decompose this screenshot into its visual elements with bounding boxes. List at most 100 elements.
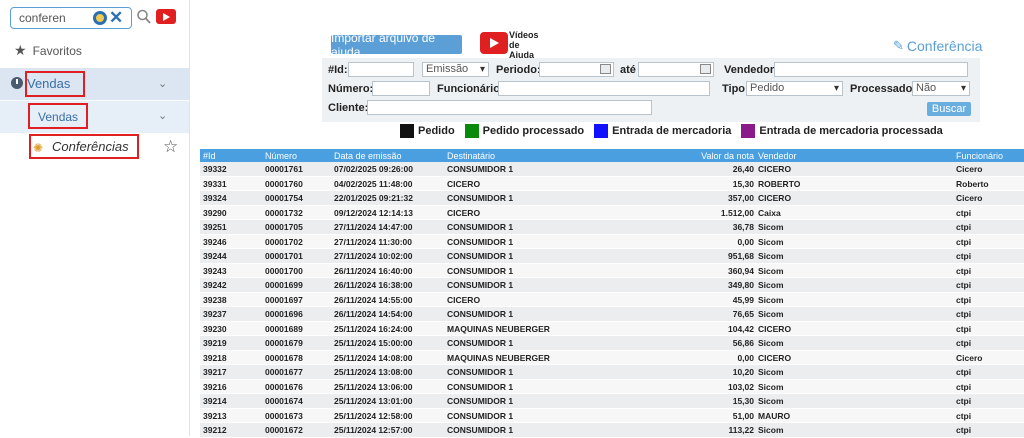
header-valor[interactable]: Valor da nota [701, 151, 754, 161]
cell-numero: 00001672 [265, 425, 303, 435]
cell-data: 26/11/2024 14:55:00 [334, 294, 413, 305]
cell-id: 39213 [203, 410, 227, 421]
cell-destinatario: CONSUMIDOR 1 [447, 410, 514, 421]
id-input[interactable] [348, 62, 414, 77]
chevron-down-icon[interactable]: ⌄ [158, 77, 167, 90]
edit-icon: ✎ [893, 38, 904, 53]
numero-input[interactable] [372, 81, 430, 96]
cell-id: 39216 [203, 381, 227, 392]
cell-funcionario: ctpi [956, 323, 972, 334]
table-row[interactable]: 39332 00001761 07/02/2025 09:26:00 CONSUMID… [200, 162, 1024, 177]
cell-destinatario: CICERO [447, 294, 481, 305]
filter-panel: #Id: Emissão ▾ Periodo: até Vendedor: Nú… [322, 58, 980, 122]
vendedor-label: Vendedor: [724, 64, 778, 76]
processado-label: Processado: [850, 83, 917, 95]
table-row[interactable]: 39290 00001732 09/12/2024 12:14:13 CICERO 1.… [200, 205, 1024, 220]
numero-label: Número: [328, 83, 374, 95]
funcionario-input[interactable] [498, 81, 710, 96]
cell-data: 25/11/2024 16:24:00 [334, 323, 413, 334]
favoritos-label: Favoritos [32, 43, 82, 58]
table-row[interactable]: 39242 00001699 26/11/2024 16:38:00 CONSUMID… [200, 278, 1024, 293]
cell-destinatario: CICERO [447, 178, 481, 189]
table-row[interactable]: 39237 00001696 26/11/2024 14:54:00 CONSUMID… [200, 307, 1024, 322]
import-help-button[interactable]: Importar arquivo de ajuda [331, 31, 462, 59]
vendedor-input[interactable] [774, 62, 968, 77]
cell-data: 25/11/2024 15:00:00 [334, 338, 413, 348]
table-row[interactable]: 39217 00001677 25/11/2024 13:08:00 CONSUMID… [200, 365, 1024, 380]
highlight-box [25, 71, 85, 97]
cell-data: 26/11/2024 16:40:00 [334, 265, 413, 276]
cell-numero: 00001732 [265, 207, 303, 218]
cell-funcionario: ctpi [956, 207, 972, 218]
cell-destinatario: CONSUMIDOR 1 [447, 381, 514, 392]
tipo-value: Pedido [750, 82, 785, 94]
table-row[interactable]: 39216 00001676 25/11/2024 13:06:00 CONSUMID… [200, 379, 1024, 394]
calendar-icon[interactable] [600, 64, 611, 74]
favoritos-item[interactable]: ★ Favoritos [14, 42, 82, 59]
table-row[interactable]: 39244 00001701 27/11/2024 10:02:00 CONSUMID… [200, 249, 1024, 264]
cell-data: 04/02/2025 11:48:00 [334, 178, 413, 189]
favorite-star-icon[interactable]: ☆ [163, 137, 178, 157]
header-numero[interactable]: Número [265, 151, 297, 161]
table-row[interactable]: 39331 00001760 04/02/2025 11:48:00 CICERO 15… [200, 176, 1024, 191]
cell-destinatario: CONSUMIDOR 1 [447, 164, 514, 174]
periodo-label: Periodo: [496, 64, 541, 76]
cell-id: 39246 [203, 236, 227, 247]
legend-swatch [400, 124, 414, 138]
cell-vendedor: CICERO [758, 323, 792, 334]
videos-help-button[interactable]: Vídeos de Ajuda [480, 30, 540, 60]
buscar-button[interactable]: Buscar [927, 102, 971, 116]
cell-valor: 103,02 [728, 381, 754, 392]
youtube-icon[interactable] [156, 9, 176, 24]
calendar-icon[interactable] [700, 64, 711, 74]
table-row[interactable]: 39218 00001678 25/11/2024 14:08:00 MAQUINAS… [200, 350, 1024, 365]
date-type-value: Emissão [426, 63, 469, 75]
table-row[interactable]: 39219 00001679 25/11/2024 15:00:00 CONSUMID… [200, 336, 1024, 351]
cell-vendedor: Sicom [758, 294, 784, 305]
cell-numero: 00001678 [265, 352, 303, 363]
tipo-select[interactable]: Pedido ▾ [746, 81, 843, 96]
cell-id: 39251 [203, 222, 227, 232]
conferencia-link[interactable]: ✎ Conferência [893, 38, 982, 54]
header-vendedor[interactable]: Vendedor [758, 151, 797, 161]
table-row[interactable]: 39214 00001674 25/11/2024 13:01:00 CONSUMID… [200, 394, 1024, 409]
processado-select[interactable]: Não ▾ [912, 81, 970, 96]
table-row[interactable]: 39213 00001673 25/11/2024 12:58:00 CONSUMID… [200, 408, 1024, 423]
cliente-input[interactable] [367, 100, 652, 115]
cell-vendedor: Sicom [758, 265, 784, 276]
chevron-down-icon[interactable]: ⌄ [158, 109, 167, 122]
header-funcionario[interactable]: Funcionário [956, 151, 1003, 161]
table-row[interactable]: 39230 00001689 25/11/2024 16:24:00 MAQUINAS… [200, 321, 1024, 336]
cell-valor: 0,00 [737, 352, 754, 363]
menu-search-input[interactable] [11, 11, 91, 25]
cell-funcionario: ctpi [956, 367, 972, 377]
cell-valor: 36,78 [732, 222, 754, 232]
cell-vendedor: Sicom [758, 309, 784, 319]
date-type-select[interactable]: Emissão ▾ [422, 62, 489, 77]
table-row[interactable]: 39324 00001754 22/01/2025 09:21:32 CONSUMID… [200, 191, 1024, 206]
cell-valor: 76,65 [732, 309, 754, 319]
cell-id: 39217 [203, 367, 227, 377]
header-destinatario[interactable]: Destinatário [447, 151, 495, 161]
table-row[interactable]: 39212 00001672 25/11/2024 12:57:00 CONSUMID… [200, 423, 1024, 438]
legend-label: Pedido [418, 125, 455, 137]
cell-vendedor: Sicom [758, 280, 784, 290]
cell-valor: 0,00 [737, 236, 754, 247]
search-go-icon[interactable] [93, 11, 107, 25]
header-id[interactable]: #Id [203, 151, 216, 161]
sidebar: ✕ ★ Favoritos Vendas ⌄ Vendas ⌄ ✺ Confer… [0, 0, 190, 436]
cell-numero: 00001701 [265, 251, 303, 261]
table-row[interactable]: 39246 00001702 27/11/2024 11:30:00 CONSUMID… [200, 234, 1024, 249]
magnifier-icon[interactable] [136, 8, 152, 26]
table-row[interactable]: 39251 00001705 27/11/2024 14:47:00 CONSUMID… [200, 220, 1024, 235]
videos-line1: Vídeos [509, 30, 539, 40]
cell-destinatario: CICERO [447, 207, 481, 218]
table-row[interactable]: 39238 00001697 26/11/2024 14:55:00 CICERO 45… [200, 292, 1024, 307]
cell-data: 27/11/2024 14:47:00 [334, 222, 413, 232]
header-data[interactable]: Data de emissão [334, 151, 402, 161]
menu-search-box[interactable]: ✕ [10, 7, 132, 29]
table-row[interactable]: 39243 00001700 26/11/2024 16:40:00 CONSUMID… [200, 263, 1024, 278]
clear-search-icon[interactable]: ✕ [109, 9, 123, 26]
legend-item-entrada: Entrada de mercadoria [594, 124, 731, 138]
funcionario-label: Funcionário: [437, 83, 504, 95]
